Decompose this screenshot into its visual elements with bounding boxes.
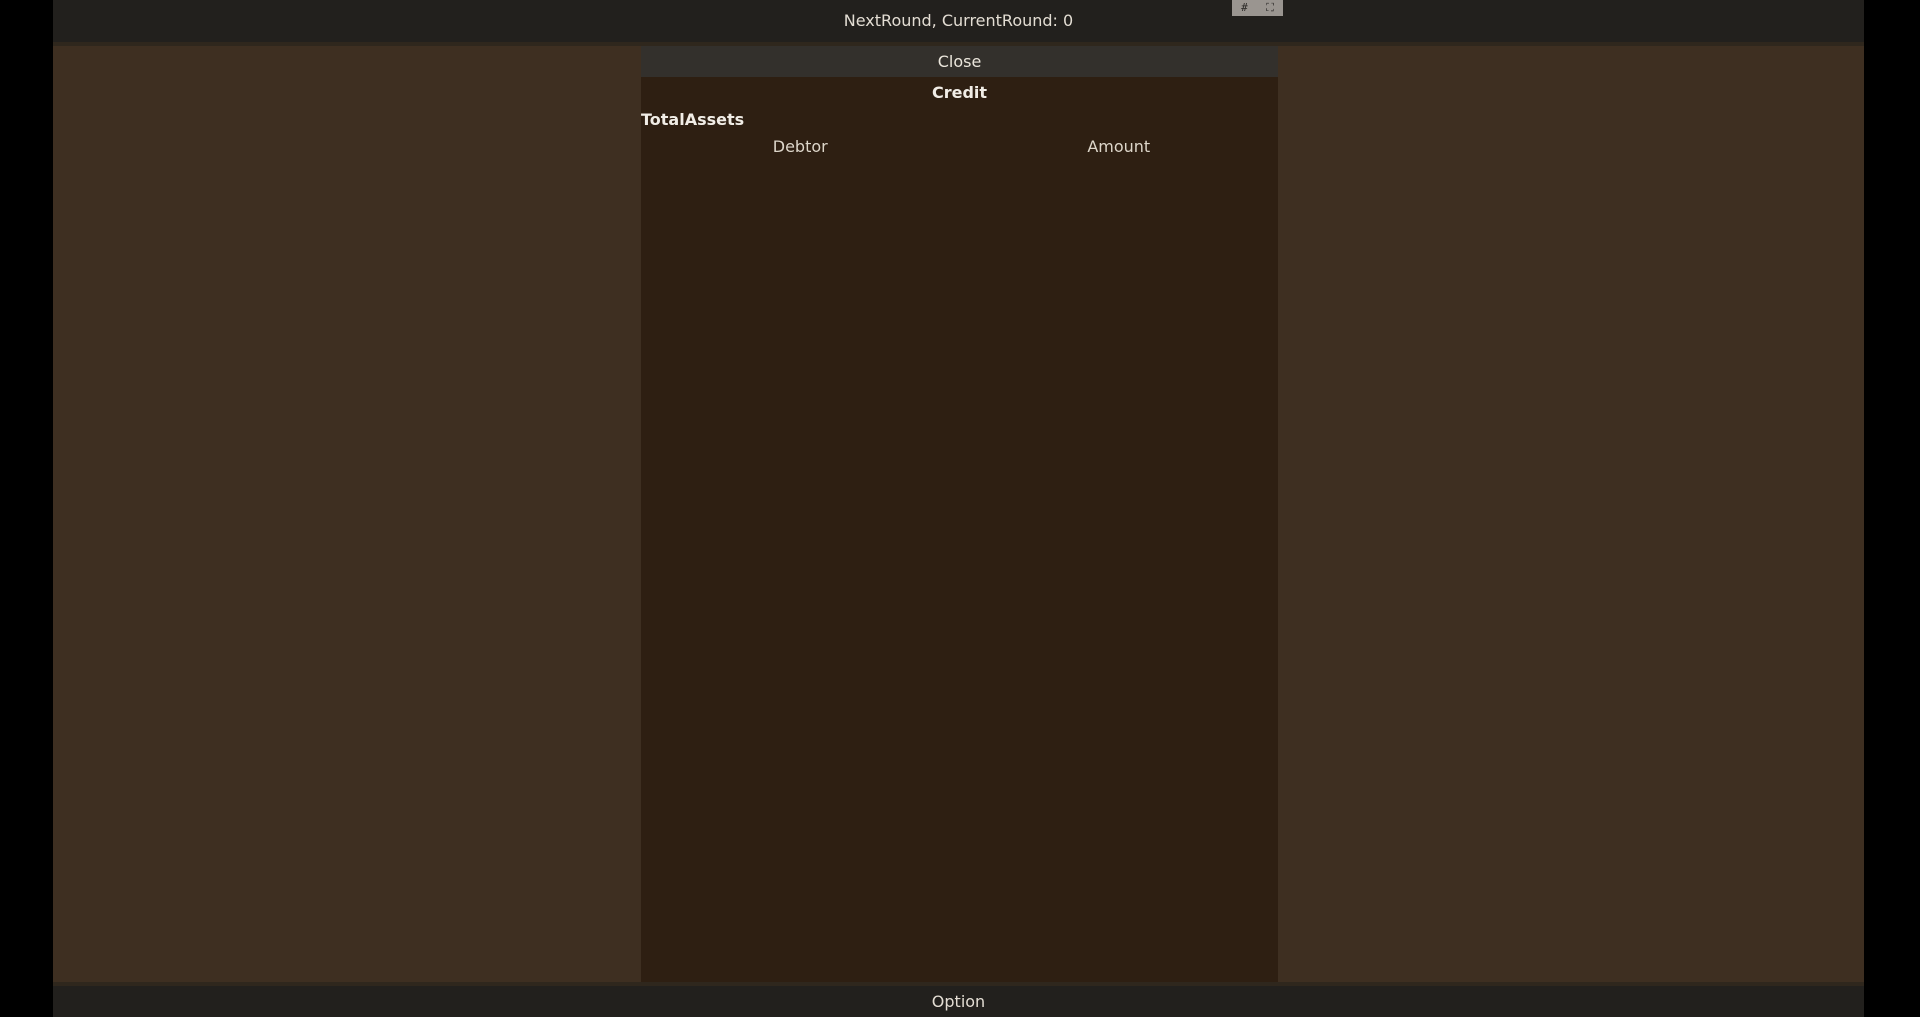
grid-icon[interactable]: # <box>1241 0 1248 16</box>
next-round-button[interactable]: NextRound, CurrentRound: 0 <box>53 0 1864 42</box>
credit-panel: Close Credit TotalAssets Debtor Amount <box>641 46 1278 982</box>
game-screen: NextRound, CurrentRound: 0 # ⛶ Close Cre… <box>53 0 1864 1017</box>
column-header-amount: Amount <box>1087 137 1151 156</box>
panel-title: Credit <box>931 83 988 102</box>
column-header-debtor: Debtor <box>772 137 828 156</box>
window-controls: # ⛶ <box>1232 0 1283 16</box>
close-button[interactable]: Close <box>641 46 1278 77</box>
total-assets-label: TotalAssets <box>641 110 745 129</box>
option-button[interactable]: Option <box>53 986 1864 1017</box>
expand-icon[interactable]: ⛶ <box>1266 0 1274 16</box>
credit-table-header: Debtor Amount <box>641 136 1278 158</box>
